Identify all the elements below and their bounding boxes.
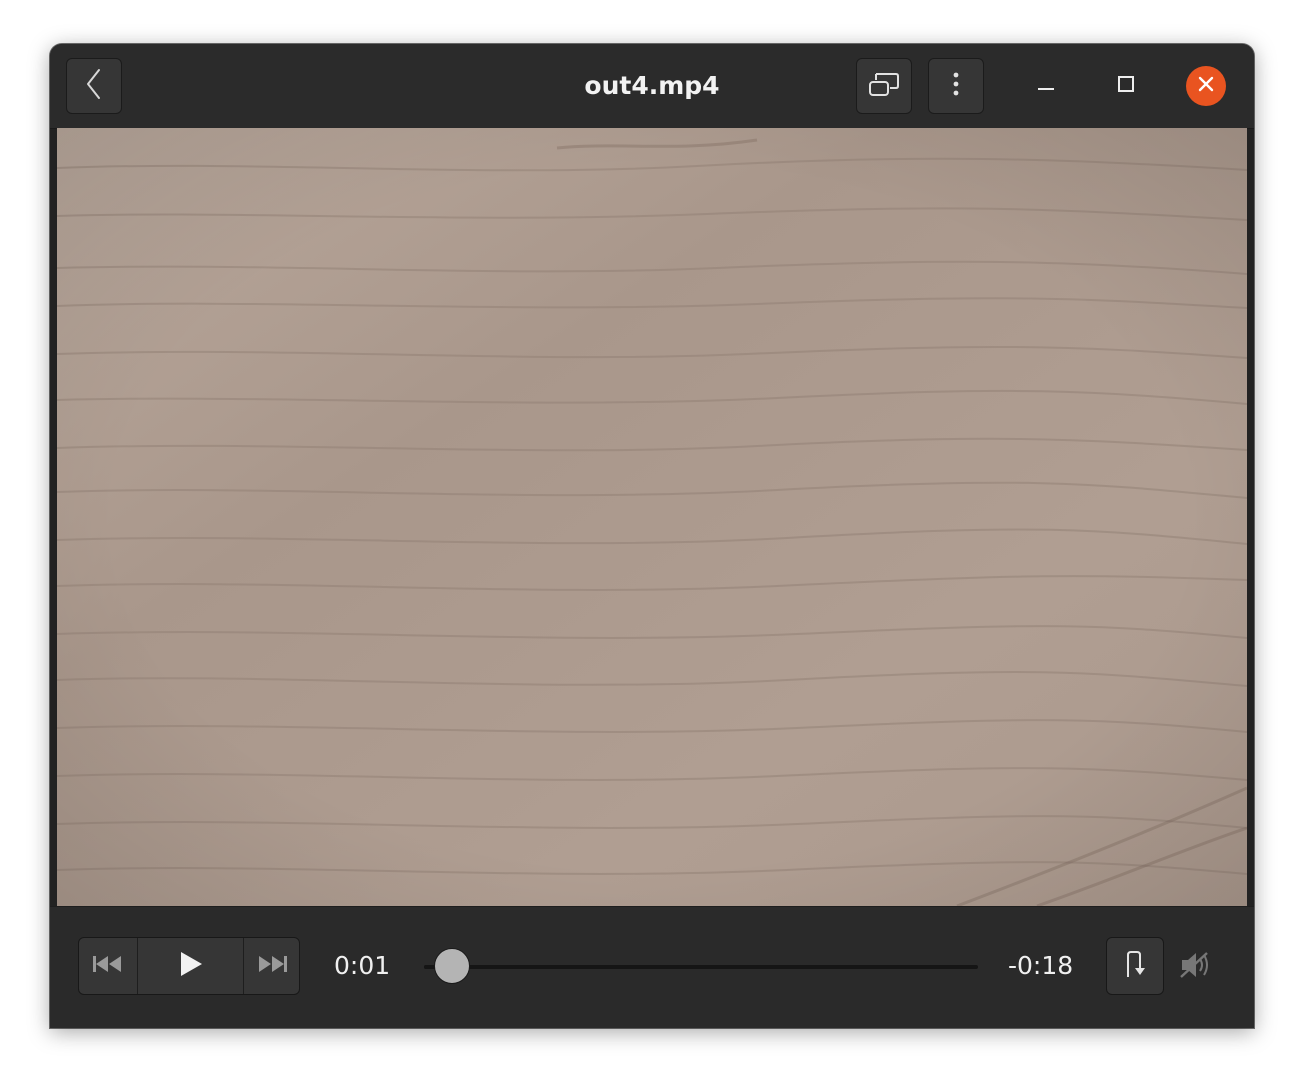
- previous-button[interactable]: [79, 938, 138, 994]
- minimize-icon: [1036, 74, 1056, 98]
- video-frame[interactable]: [57, 128, 1247, 906]
- volume-button[interactable]: [1176, 947, 1216, 987]
- picture-in-picture-icon: [867, 70, 901, 102]
- next-button[interactable]: [244, 938, 299, 994]
- repeat-icon: [1123, 949, 1147, 983]
- menu-button[interactable]: [928, 58, 984, 114]
- seek-slider[interactable]: [406, 947, 978, 987]
- volume-muted-icon: [1179, 950, 1213, 984]
- back-button[interactable]: [66, 58, 122, 114]
- skip-backward-icon: [92, 954, 124, 978]
- wood-grain-frame: [57, 128, 1247, 906]
- transport-buttons: [78, 937, 300, 995]
- seek-track: [424, 965, 978, 969]
- vertical-dots-icon: [952, 71, 960, 101]
- video-player-window: out4.mp4 0:01 -0:18: [50, 44, 1254, 1028]
- window-title: out4.mp4: [584, 71, 720, 100]
- maximize-button[interactable]: [1106, 66, 1146, 106]
- chevron-left-icon: [84, 67, 104, 105]
- play-icon: [179, 951, 203, 981]
- repeat-button[interactable]: [1106, 937, 1164, 995]
- header-bar: out4.mp4: [50, 44, 1254, 129]
- minimize-button[interactable]: [1026, 66, 1066, 106]
- close-icon: [1196, 74, 1216, 98]
- remaining-time: -0:18: [1008, 951, 1074, 980]
- playback-controls: 0:01 -0:18: [50, 906, 1254, 1028]
- elapsed-time: 0:01: [334, 951, 391, 980]
- close-button[interactable]: [1186, 66, 1226, 106]
- picture-in-picture-button[interactable]: [856, 58, 912, 114]
- play-button[interactable]: [138, 938, 244, 994]
- seek-handle[interactable]: [433, 948, 470, 984]
- skip-forward-icon: [256, 954, 288, 978]
- maximize-icon: [1116, 74, 1136, 98]
